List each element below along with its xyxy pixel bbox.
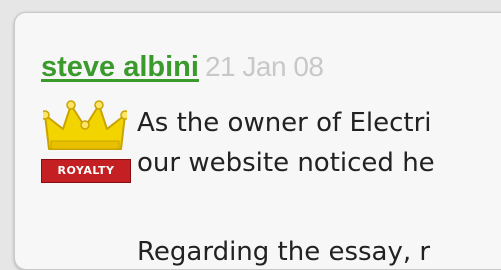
comment-date: 21 Jan 08 [204, 51, 324, 82]
royalty-label: ROYALTY [41, 159, 131, 183]
comment-line: As the owner of Electri [137, 108, 432, 138]
comment-header: steve albini 21 Jan 08 [41, 51, 324, 84]
comment-line: our website noticed he [137, 148, 435, 178]
royalty-badge: ROYALTY [41, 99, 131, 185]
author-link[interactable]: steve albini [41, 51, 199, 83]
comment-body: As the owner of Electri our website noti… [137, 103, 435, 183]
comment-card: steve albini 21 Jan 08 ROYALTY As the own… [14, 12, 501, 270]
crown-icon [43, 100, 127, 150]
comment-paragraph: Regarding the essay, r [137, 237, 431, 267]
